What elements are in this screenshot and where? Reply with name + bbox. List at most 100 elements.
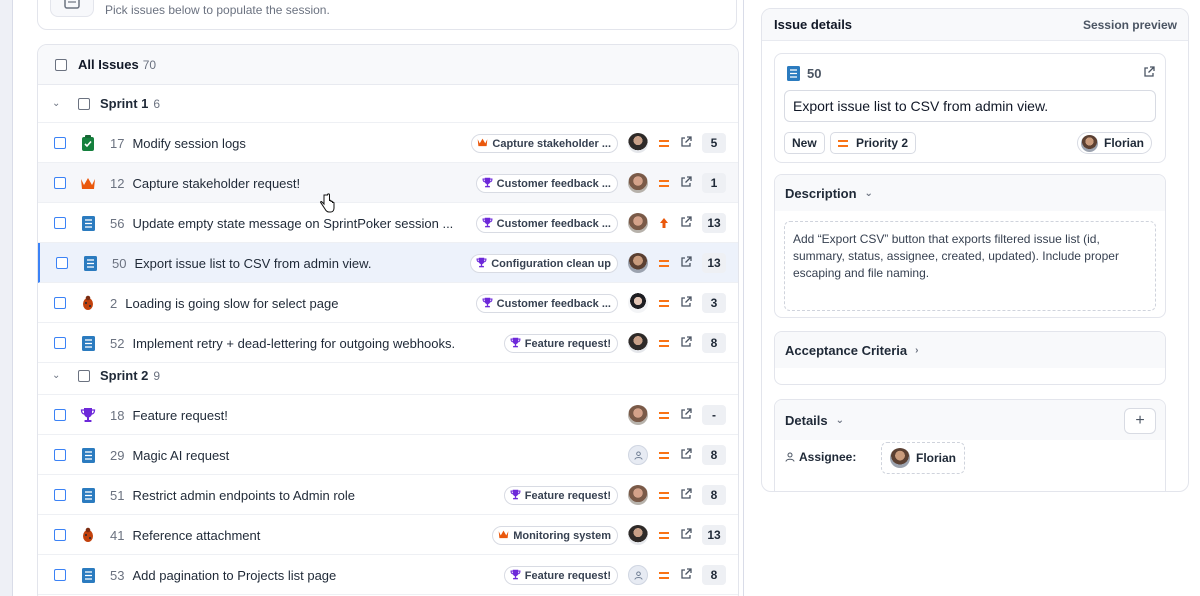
epic-badge[interactable]: Feature request! [503, 486, 618, 505]
assignee-select[interactable]: Florian [881, 442, 966, 474]
chevron-down-icon[interactable]: ⌄ [52, 370, 64, 381]
issue-title[interactable]: 52 Implement retry + dead-lettering for o… [110, 336, 460, 351]
external-link-icon[interactable] [680, 256, 692, 268]
issue-title[interactable]: 29 Magic AI request [110, 448, 460, 463]
avatar[interactable] [628, 253, 648, 273]
sprint-header[interactable]: ⌄ Sprint 1 6 [38, 85, 738, 123]
priority-pill[interactable]: Priority 2 [830, 132, 917, 154]
priority-medium-icon[interactable] [658, 135, 670, 151]
story-points[interactable]: 13 [702, 213, 726, 233]
issue-checkbox[interactable] [54, 297, 66, 309]
issue-title[interactable]: 2 Loading is going slow for select page [110, 296, 460, 311]
avatar[interactable] [628, 405, 648, 425]
issue-title[interactable]: 51 Restrict admin endpoints to Admin role [110, 488, 460, 503]
issue-checkbox[interactable] [54, 449, 66, 461]
priority-medium-icon[interactable] [658, 447, 670, 463]
issue-row[interactable]: 52 Implement retry + dead-lettering for o… [38, 323, 738, 363]
external-link-icon[interactable] [680, 336, 692, 348]
story-points[interactable]: 8 [702, 333, 726, 353]
epic-badge[interactable]: Customer feedback ... [475, 174, 618, 193]
epic-badge[interactable]: Feature request! [503, 566, 618, 585]
issue-row[interactable]: 2 Loading is going slow for select page Cu… [38, 283, 738, 323]
priority-medium-icon[interactable] [658, 295, 670, 311]
story-points[interactable]: 8 [702, 445, 726, 465]
select-all-checkbox[interactable] [55, 58, 67, 71]
issue-row[interactable]: 41 Reference attachment Monitoring system 1… [38, 515, 738, 555]
external-link-icon[interactable] [680, 568, 692, 580]
story-points[interactable]: 8 [702, 485, 726, 505]
status-pill[interactable]: New [784, 132, 825, 154]
external-link-icon[interactable] [680, 296, 692, 308]
chevron-down-icon[interactable]: ⌄ [52, 98, 64, 109]
issue-title[interactable]: 17 Modify session logs [110, 136, 460, 151]
session-preview-link[interactable]: Session preview [1083, 18, 1177, 32]
priority-medium-icon[interactable] [658, 175, 670, 191]
avatar[interactable] [628, 173, 648, 193]
story-points[interactable]: 8 [702, 565, 726, 585]
external-link-icon[interactable] [680, 448, 692, 460]
issue-row[interactable]: 51 Restrict admin endpoints to Admin role… [38, 475, 738, 515]
priority-high-icon[interactable] [658, 215, 670, 231]
details-toggle[interactable]: Details ⌄ [775, 400, 1165, 440]
issue-row[interactable]: 29 Magic AI request 8 [38, 435, 738, 475]
issue-checkbox[interactable] [54, 529, 66, 541]
external-link-icon[interactable] [680, 216, 692, 228]
issue-checkbox[interactable] [54, 409, 66, 421]
external-link-icon[interactable] [680, 488, 692, 500]
avatar[interactable] [628, 333, 648, 353]
avatar[interactable] [628, 525, 648, 545]
priority-medium-icon[interactable] [658, 335, 670, 351]
priority-medium-icon[interactable] [658, 567, 670, 583]
assignee-pill[interactable]: Florian [1077, 132, 1153, 154]
add-field-button[interactable]: + [1124, 408, 1156, 434]
issue-title[interactable]: 56 Update empty state message on SprintPo… [110, 216, 460, 231]
description-text[interactable]: Add “Export CSV” button that exports fil… [784, 221, 1156, 311]
epic-badge[interactable]: Feature request! [503, 334, 618, 353]
issue-checkbox[interactable] [56, 257, 68, 269]
issue-title[interactable]: 53 Add pagination to Projects list page [110, 568, 460, 583]
external-link-icon[interactable] [680, 176, 692, 188]
issue-checkbox[interactable] [54, 337, 66, 349]
issue-row[interactable]: 17 Modify session logs Capture stakeholder… [38, 123, 738, 163]
avatar[interactable] [628, 133, 648, 153]
unassigned-avatar-icon[interactable] [628, 445, 648, 465]
issue-checkbox[interactable] [54, 217, 66, 229]
issue-row[interactable]: 53 Add pagination to Projects list page Fe… [38, 555, 738, 595]
issue-checkbox[interactable] [54, 177, 66, 189]
priority-medium-icon[interactable] [658, 407, 670, 423]
story-points[interactable]: 5 [702, 133, 726, 153]
avatar[interactable] [628, 485, 648, 505]
story-points[interactable]: - [702, 405, 726, 425]
issue-row[interactable]: 50 Export issue list to CSV from admin vi… [38, 243, 738, 283]
epic-badge[interactable]: Monitoring system [492, 526, 618, 545]
story-points[interactable]: 1 [702, 173, 726, 193]
avatar[interactable] [628, 293, 648, 313]
sprint-checkbox[interactable] [78, 97, 90, 110]
issue-checkbox[interactable] [54, 569, 66, 581]
epic-badge[interactable]: Customer feedback ... [475, 294, 618, 313]
story-points[interactable]: 13 [702, 253, 726, 273]
story-points[interactable]: 13 [702, 525, 726, 545]
description-toggle[interactable]: Description ⌄ [775, 175, 1165, 211]
acceptance-criteria-toggle[interactable]: Acceptance Criteria › [775, 332, 1165, 368]
unassigned-avatar-icon[interactable] [628, 565, 648, 585]
priority-medium-icon[interactable] [658, 255, 670, 271]
avatar[interactable] [628, 213, 648, 233]
epic-badge[interactable]: Customer feedback ... [475, 214, 618, 233]
issue-title[interactable]: 12 Capture stakeholder request! [110, 176, 460, 191]
issue-checkbox[interactable] [54, 489, 66, 501]
priority-medium-icon[interactable] [658, 487, 670, 503]
external-link-icon[interactable] [680, 408, 692, 420]
issue-row[interactable]: 18 Feature request! - [38, 395, 738, 435]
sprint-checkbox[interactable] [78, 369, 90, 382]
summary-input[interactable]: Export issue list to CSV from admin view… [784, 90, 1156, 122]
epic-badge[interactable]: Configuration clean up [470, 254, 618, 273]
issue-title[interactable]: 18 Feature request! [110, 408, 460, 423]
external-link-icon[interactable] [1143, 66, 1155, 78]
epic-badge[interactable]: Capture stakeholder ... [471, 134, 618, 153]
external-link-icon[interactable] [680, 136, 692, 148]
external-link-icon[interactable] [680, 528, 692, 540]
story-points[interactable]: 3 [702, 293, 726, 313]
issue-title[interactable]: 50 Export issue list to CSV from admin vi… [112, 256, 462, 271]
priority-medium-icon[interactable] [658, 527, 670, 543]
